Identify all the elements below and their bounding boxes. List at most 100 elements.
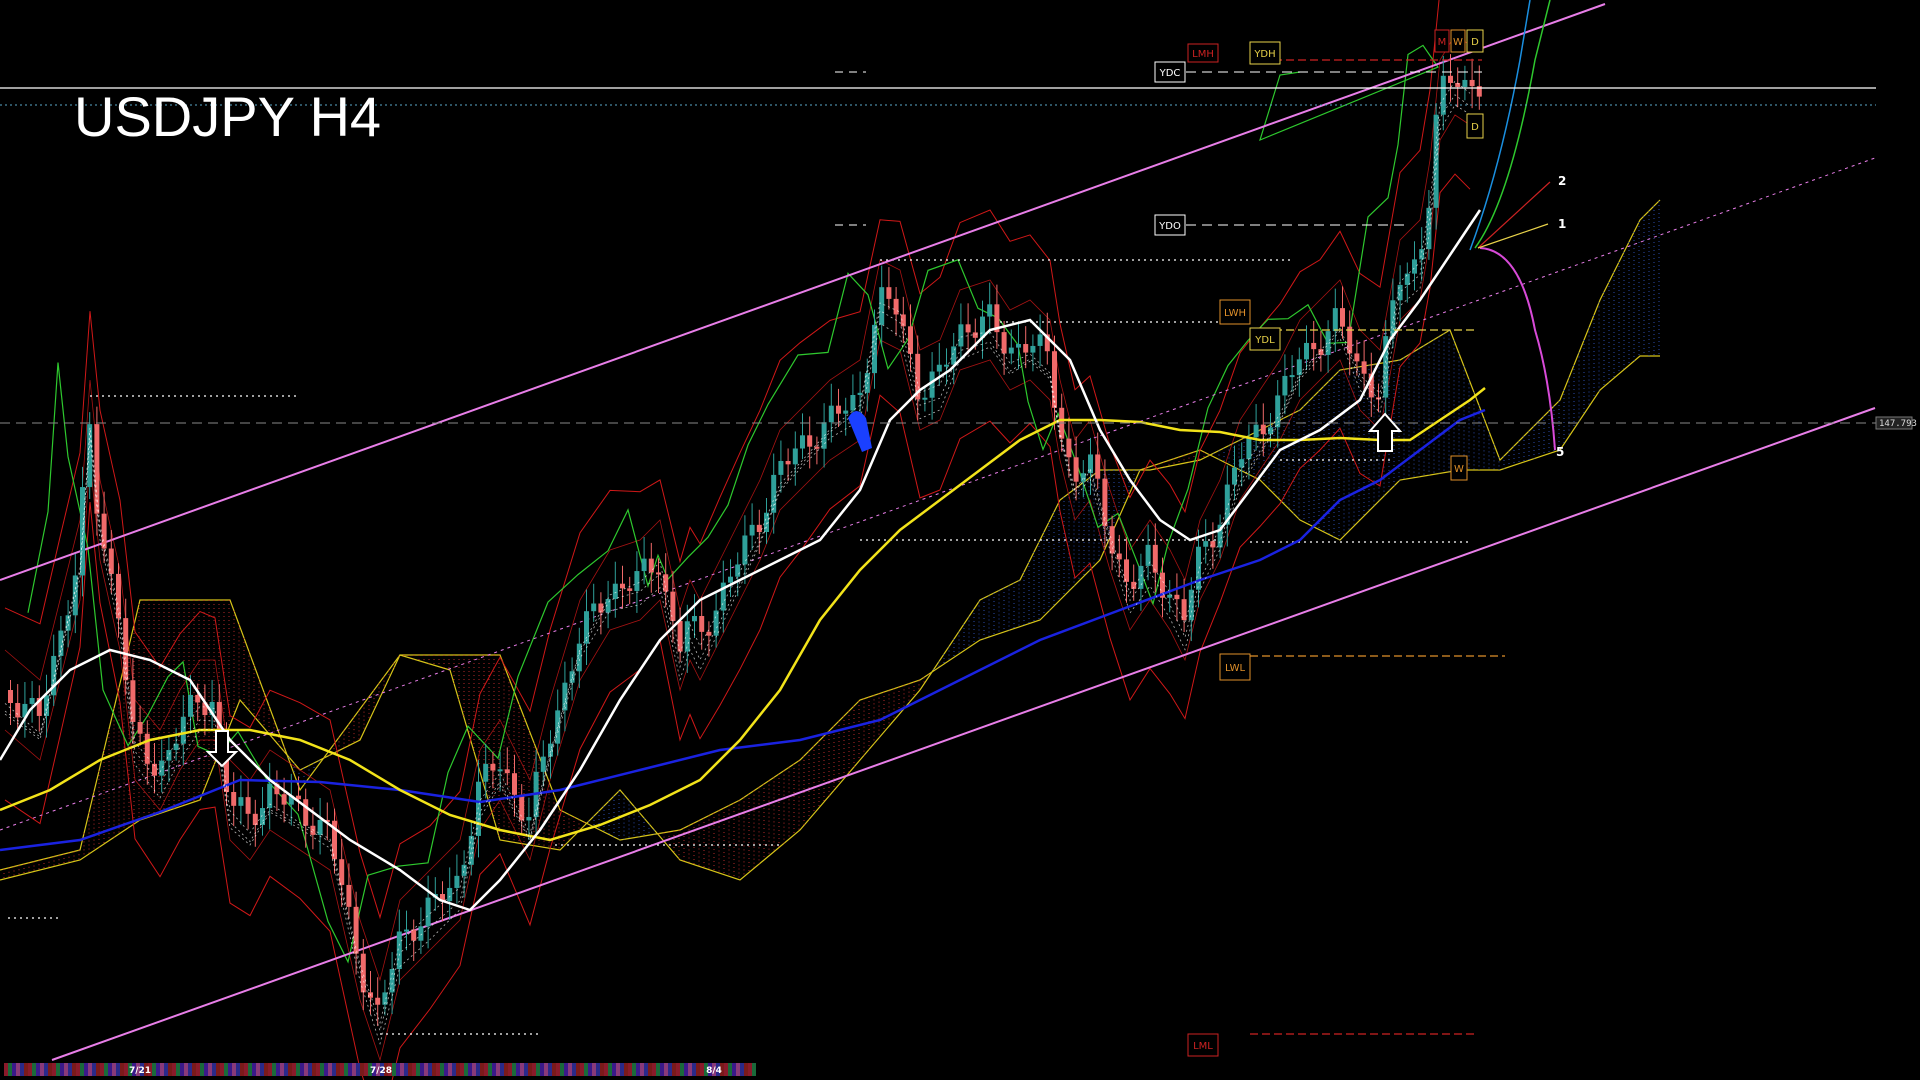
candle-body [1433,114,1439,208]
axis-color-cell [616,1063,620,1076]
axis-color-cell [564,1063,568,1076]
axis-color-cell [464,1063,468,1076]
level-tag-label-ydl: YDL [1254,335,1275,346]
axis-color-cell [632,1063,636,1076]
candle-body [1296,359,1302,376]
candle-body [1289,375,1295,378]
time-axis: 7/21 7/28 8/4 [4,1063,756,1076]
axis-color-cell [496,1063,500,1076]
axis-color-cell [16,1063,20,1076]
axis-color-cell [584,1063,588,1076]
axis-color-cell [604,1063,608,1076]
axis-color-cell [216,1063,220,1076]
level-tag-label-ydo: YDO [1158,221,1181,232]
candle-body [1246,437,1252,460]
candle-body [1016,344,1021,348]
candle-body [627,588,633,591]
axis-color-cell [360,1063,364,1076]
candle-body [886,287,892,299]
candle-body [281,794,287,805]
candle-body [1052,351,1057,408]
candle-body [94,424,100,514]
axis-color-cell [60,1063,64,1076]
candle-body [1001,332,1007,354]
axis-color-cell [684,1063,688,1076]
axis-color-cell [692,1063,696,1076]
candle-body [785,460,791,465]
candle-body [893,298,899,315]
axis-color-cell [652,1063,656,1076]
axis-color-cell [192,1063,196,1076]
axis-color-cell [32,1063,36,1076]
axis-color-cell [660,1063,664,1076]
candle-body [252,813,258,826]
candle-body [1095,454,1101,479]
candle-body [1354,353,1360,362]
candle-body [310,825,316,835]
candle-body [1282,375,1288,396]
axis-color-cell [232,1063,236,1076]
axis-color-cell [444,1063,448,1076]
axis-color-cell [548,1063,552,1076]
x-axis-label: 8/4 [706,1066,722,1076]
axis-color-cell [208,1063,212,1076]
x-axis-label: 7/28 [370,1066,392,1076]
candle-body [1440,75,1446,115]
axis-color-cell [164,1063,168,1076]
axis-color-cell [212,1063,216,1076]
axis-color-cell [104,1063,108,1076]
axis-color-cell [420,1063,424,1076]
candle-body [1138,565,1144,589]
candle-body [828,405,834,423]
axis-color-cell [460,1063,464,1076]
candle-body [260,808,265,826]
candle-body [965,324,971,333]
candle-body [1073,457,1079,482]
candle-body [108,548,114,574]
candle-body [137,721,143,734]
axis-color-cell [36,1063,40,1076]
candle-body [634,571,640,591]
candle-body [728,576,733,583]
axis-color-cell [188,1063,192,1076]
axis-color-cell [428,1063,432,1076]
axis-color-cell [52,1063,56,1076]
axis-color-cell [500,1063,504,1076]
candle-body [1188,589,1194,621]
candle-body [792,448,798,465]
axis-color-cell [752,1063,756,1076]
axis-color-cell [320,1063,324,1076]
candle-body [663,574,669,592]
candle-body [929,371,935,398]
axis-color-cell [196,1063,200,1076]
axis-color-cell [260,1063,264,1076]
axis-color-cell [344,1063,348,1076]
candle-body [1332,308,1338,332]
candle-body [843,410,849,414]
axis-color-cell [416,1063,420,1076]
axis-color-cell [88,1063,92,1076]
candle-body [641,558,647,572]
candle-body [648,558,654,573]
axis-color-cell [112,1063,116,1076]
candle-body [1037,334,1043,346]
axis-color-cell [580,1063,584,1076]
candle-body [1232,467,1237,485]
projection-label: 1 [1558,217,1566,231]
axis-color-cell [528,1063,532,1076]
axis-color-cell [556,1063,560,1076]
axis-color-cell [300,1063,304,1076]
current-price-label: 147.793 [1879,419,1917,429]
candle-body [1311,342,1317,350]
axis-color-cell [40,1063,44,1076]
axis-color-cell [364,1063,368,1076]
axis-color-cell [456,1063,460,1076]
axis-color-cell [308,1063,312,1076]
axis-color-cell [220,1063,224,1076]
axis-color-cell [408,1063,412,1076]
axis-color-cell [596,1063,600,1076]
axis-color-cell [612,1063,616,1076]
candle-body [418,926,424,941]
candle-body [591,603,597,612]
axis-color-cell [184,1063,188,1076]
